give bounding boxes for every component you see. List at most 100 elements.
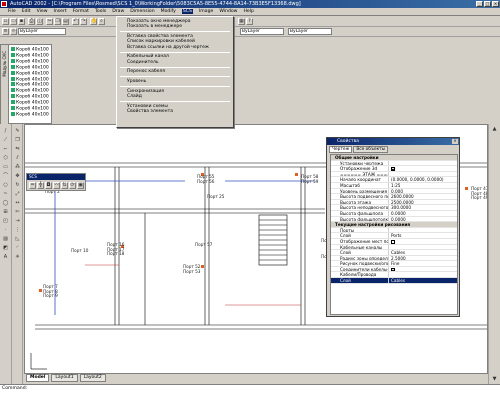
- menu-draw[interactable]: Draw: [112, 9, 124, 14]
- property-value[interactable]: 0.000: [389, 189, 457, 193]
- menu-modify[interactable]: Modify: [161, 9, 176, 14]
- slide-icon[interactable]: ▣: [77, 182, 84, 189]
- make-block-icon[interactable]: ◰: [2, 218, 9, 225]
- tab-drawing[interactable]: Чертеж: [329, 146, 353, 153]
- checkbox[interactable]: [391, 267, 395, 272]
- construction-line-icon[interactable]: ⟋: [2, 137, 9, 144]
- scale-icon[interactable]: ⤢: [14, 191, 21, 198]
- checkbox[interactable]: [391, 167, 395, 171]
- port-label[interactable]: Порт 58 Порт 59: [301, 174, 318, 184]
- tree-item[interactable]: Короб 40х100: [11, 52, 49, 59]
- tab-all-objects[interactable]: Все объекты: [353, 146, 389, 153]
- port-label[interactable]: Порт 47 Порт 48 Порт 49: [471, 186, 487, 201]
- tab-layout2[interactable]: Layout2: [79, 374, 106, 382]
- offset-icon[interactable]: ⫽: [14, 155, 21, 162]
- property-value[interactable]: 0.0000: [389, 217, 457, 221]
- array-icon[interactable]: ⁂: [14, 164, 21, 171]
- linetype-combo[interactable]: ByLayer: [240, 28, 284, 35]
- print-icon[interactable]: ⎙: [28, 18, 35, 25]
- save-icon[interactable]: ▪: [18, 18, 25, 25]
- preview-icon[interactable]: ◫: [36, 18, 43, 25]
- mirror-icon[interactable]: ⇋: [14, 146, 21, 153]
- layer-state-icon[interactable]: ☼: [10, 28, 17, 35]
- text-icon[interactable]: A: [2, 254, 9, 261]
- hatch-icon[interactable]: ▨: [2, 236, 9, 243]
- menu-file[interactable]: File: [8, 9, 16, 14]
- extend-icon[interactable]: ⇥: [14, 218, 21, 225]
- property-value[interactable]: [389, 245, 457, 250]
- menu-dimension[interactable]: Dimension: [130, 9, 154, 14]
- tree-item[interactable]: Короб 40х100: [11, 111, 49, 118]
- menu-edit[interactable]: Edit: [22, 9, 31, 14]
- property-value[interactable]: 2600.0000: [389, 194, 457, 198]
- level-icon[interactable]: ⇅: [61, 182, 68, 189]
- layer-manager-icon[interactable]: ≡: [2, 28, 9, 35]
- property-value[interactable]: Cables: [389, 278, 457, 282]
- property-value[interactable]: 2500.0000: [389, 200, 457, 204]
- property-value[interactable]: [389, 272, 457, 277]
- circle-icon[interactable]: ○: [2, 182, 9, 189]
- menu-item[interactable]: Перенос кабеля: [117, 69, 233, 74]
- move-icon[interactable]: ✥: [14, 173, 21, 180]
- vertical-scrollbar[interactable]: ▲ ▼: [488, 124, 500, 388]
- property-value[interactable]: Fine: [389, 261, 457, 265]
- scroll-down-icon[interactable]: ▼: [491, 376, 498, 383]
- tab-model[interactable]: Model: [26, 374, 50, 382]
- zoom-icon[interactable]: ⌕: [98, 18, 105, 25]
- property-row[interactable]: Слой Cables: [331, 278, 457, 284]
- checkbox[interactable]: [391, 239, 395, 244]
- point-icon[interactable]: ·: [2, 227, 9, 234]
- undo-icon[interactable]: ↶: [72, 18, 79, 25]
- property-value[interactable]: 0.0000: [389, 211, 457, 215]
- property-value[interactable]: [389, 166, 457, 171]
- minimize-button[interactable]: _: [476, 1, 483, 7]
- property-value[interactable]: [389, 161, 457, 166]
- close-button[interactable]: ×: [492, 1, 499, 7]
- lineweight-combo[interactable]: ByLayer: [288, 28, 332, 35]
- menu-item[interactable]: Показать в менеджере: [117, 24, 233, 29]
- erase-icon[interactable]: ✎: [14, 128, 21, 135]
- port-label[interactable]: Порт 55 Порт 56: [197, 174, 214, 184]
- menu-image[interactable]: Image: [199, 9, 213, 14]
- tree-item[interactable]: Короб 40х100: [11, 64, 49, 71]
- paste-icon[interactable]: ▤: [62, 18, 69, 25]
- stretch-icon[interactable]: ↔: [14, 200, 21, 207]
- tab-layout1[interactable]: Layout1: [51, 374, 78, 382]
- property-value[interactable]: 300.0000: [389, 205, 457, 210]
- port-icon[interactable]: ◘: [45, 182, 52, 189]
- menu-item[interactable]: Свойства элемента: [117, 109, 233, 114]
- rotate-icon[interactable]: ↻: [14, 182, 21, 189]
- menu-scs[interactable]: SCS: [181, 9, 193, 14]
- tree-item[interactable]: Короб 40х100: [11, 58, 49, 65]
- property-value[interactable]: [389, 239, 457, 244]
- tree-item[interactable]: Короб 40х100: [11, 70, 49, 77]
- menu-tools[interactable]: Tools: [95, 9, 106, 14]
- menu-item[interactable]: Соединитель: [117, 60, 233, 65]
- scroll-up-icon[interactable]: ▲: [491, 126, 498, 133]
- pan-icon[interactable]: ✋: [90, 18, 97, 25]
- trim-icon[interactable]: ✄: [14, 209, 21, 216]
- property-value[interactable]: [389, 172, 457, 177]
- cut-icon[interactable]: ✂: [46, 18, 53, 25]
- command-line[interactable]: Command:: [0, 384, 500, 400]
- port-label[interactable]: Порт 52 Порт 53: [183, 264, 200, 274]
- cable-icon[interactable]: 〰: [53, 182, 60, 189]
- maximize-button[interactable]: □: [484, 1, 491, 7]
- arc-icon[interactable]: ⌒: [2, 173, 9, 180]
- port-label[interactable]: Порт 10: [71, 248, 88, 254]
- property-value[interactable]: (0.0000, 0.0000, 0.0000): [389, 177, 457, 182]
- cable-channel-icon[interactable]: ═: [29, 182, 36, 189]
- menu-window[interactable]: Window: [219, 9, 237, 14]
- property-value[interactable]: Ports: [389, 233, 457, 238]
- port-label[interactable]: Порт 16 Порт 17 Порт 18: [107, 242, 124, 257]
- region-icon[interactable]: ◩: [2, 245, 9, 252]
- port-label[interactable]: Порт 57: [195, 242, 212, 248]
- insert-block-icon[interactable]: ⊞: [2, 209, 9, 216]
- close-icon[interactable]: ×: [452, 139, 458, 144]
- property-value[interactable]: Cables: [389, 250, 457, 254]
- menu-item[interactable]: Уровень: [117, 79, 233, 84]
- polyline-icon[interactable]: ⌐: [2, 146, 9, 153]
- menu-item[interactable]: Вставка ссылки на другой чертеж: [117, 45, 233, 50]
- property-value[interactable]: [389, 228, 457, 233]
- menu-format[interactable]: Format: [73, 9, 89, 14]
